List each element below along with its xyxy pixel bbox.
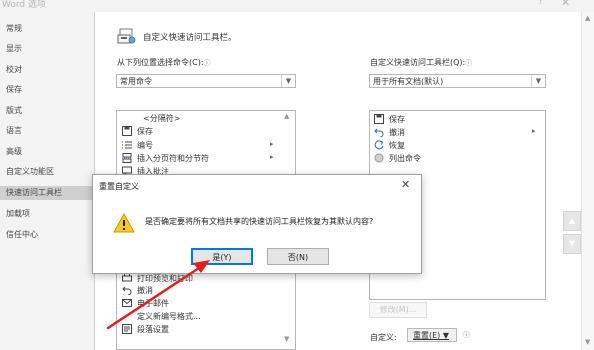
annotation-arrow-icon: [106, 260, 210, 330]
